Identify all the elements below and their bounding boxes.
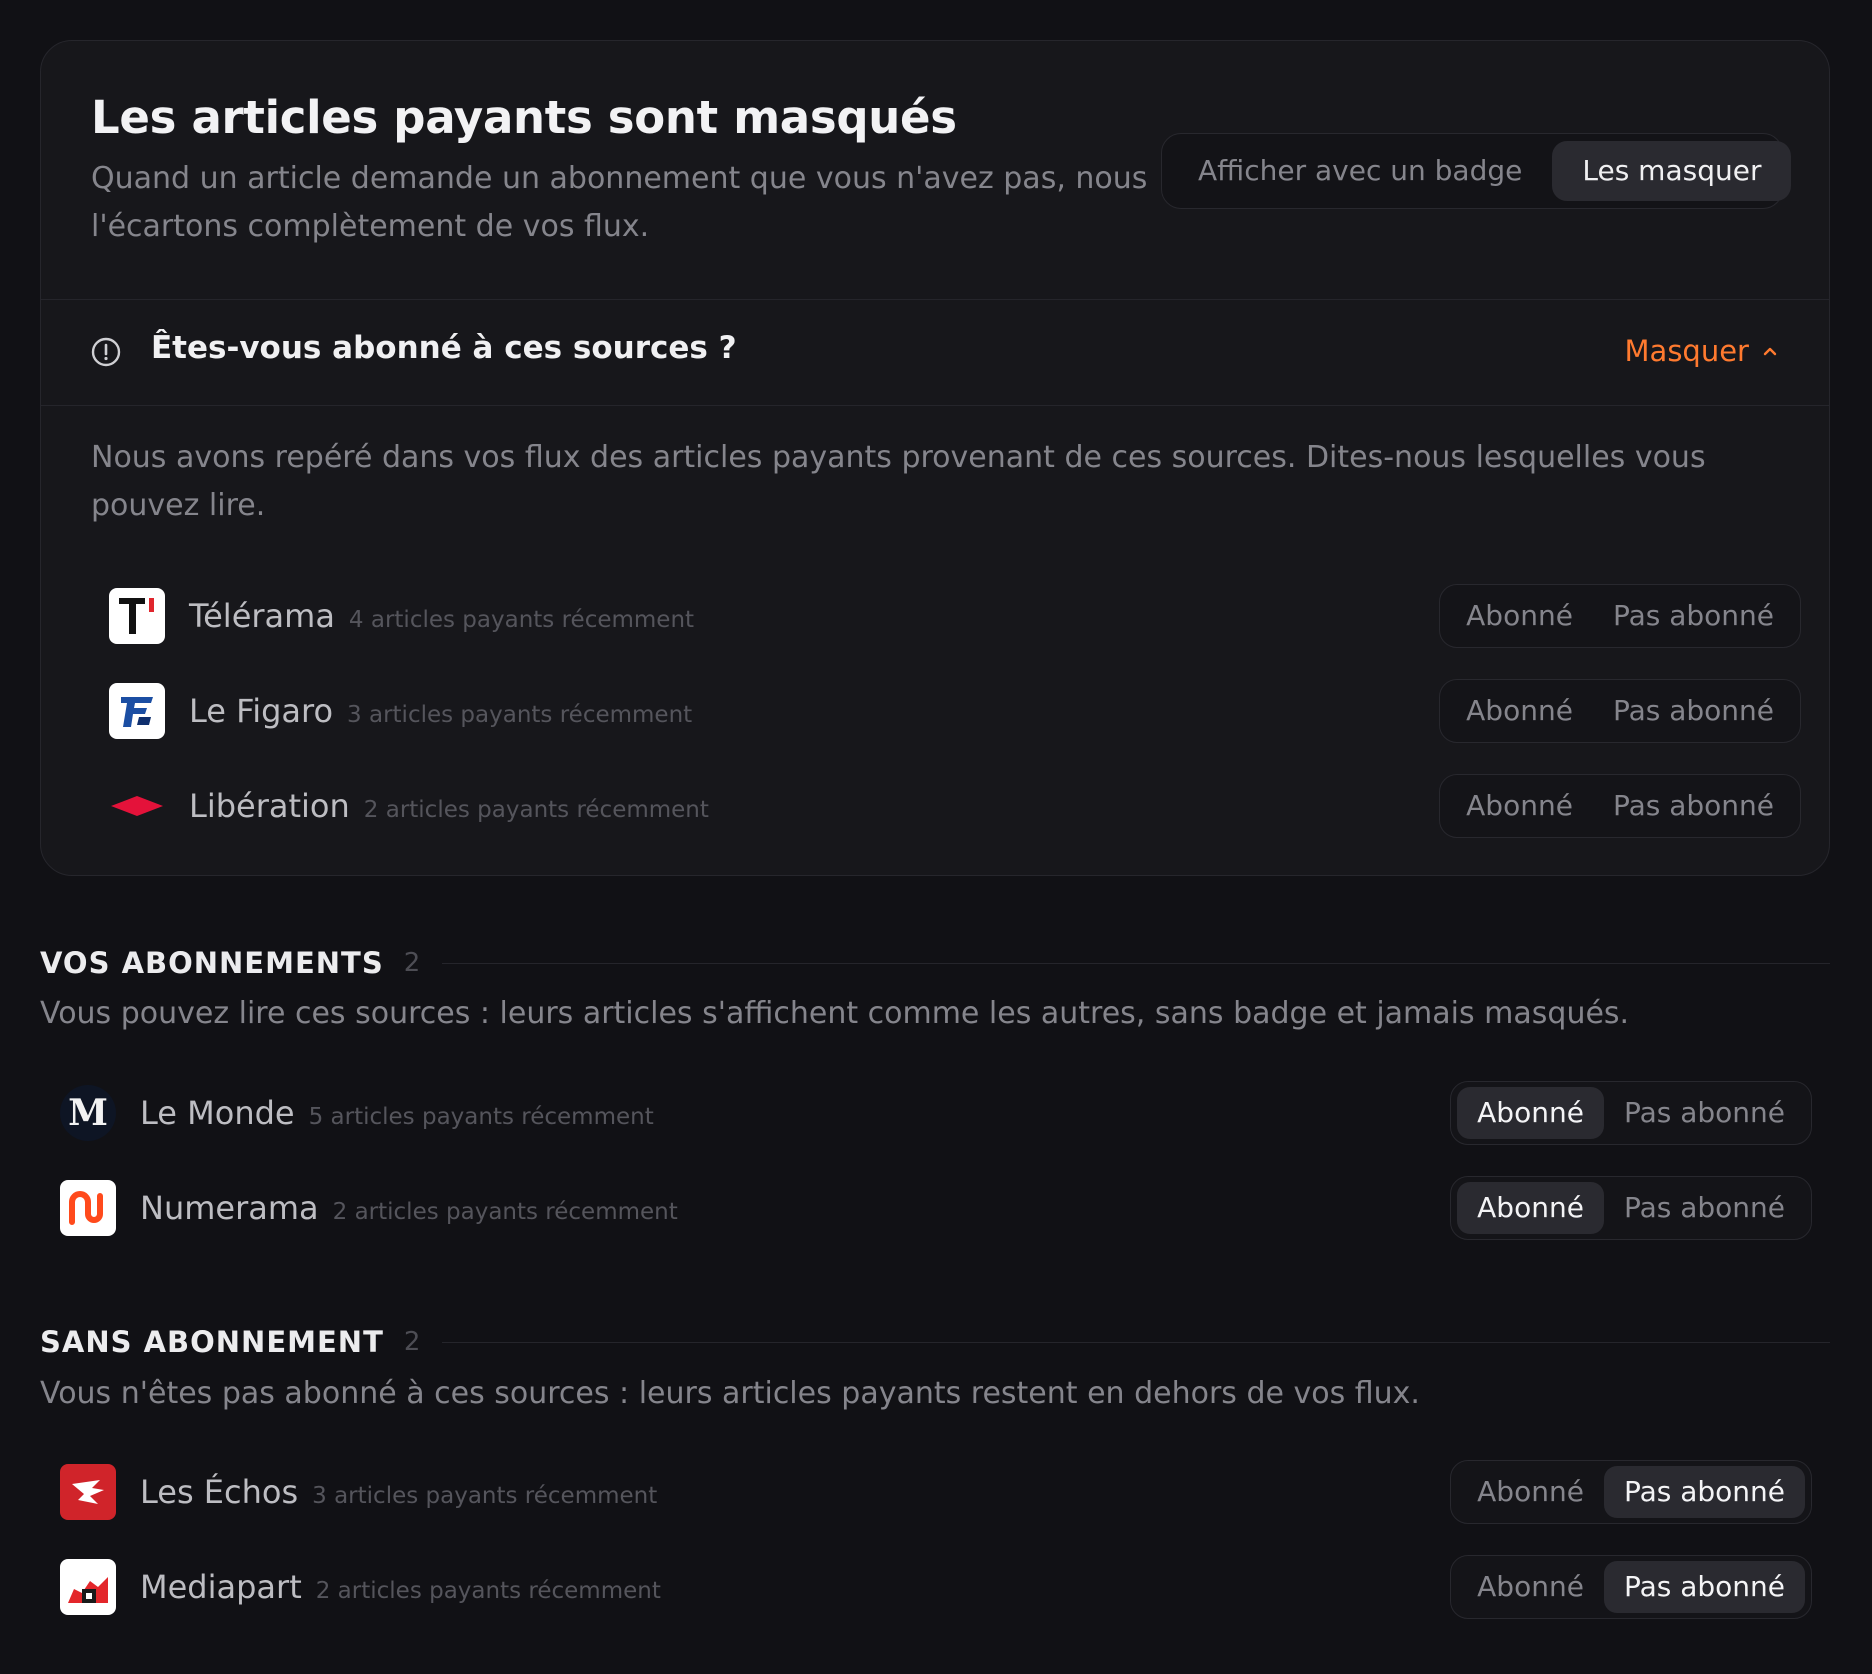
subscribed-section-header: VOS ABONNEMENTS 2 [40, 943, 1830, 983]
page-title: Les articles payants sont masqués [91, 91, 957, 144]
section-title: VOS ABONNEMENTS [40, 946, 384, 980]
subscribed-option[interactable]: Abonné [1457, 1466, 1604, 1518]
section-divider [442, 1341, 1830, 1343]
subscription-toggle: Abonné Pas abonné [1450, 1460, 1812, 1524]
paywall-settings-card: Les articles payants sont masqués Quand … [40, 40, 1830, 876]
collapse-toggle-button[interactable]: Masquer [1625, 334, 1779, 368]
source-row: Libération 2 articles payants récemment A… [109, 774, 1801, 838]
source-name: Mediapart [140, 1568, 302, 1606]
source-row: M Le Monde 5 articles payants récemment A… [60, 1081, 1812, 1145]
source-name: Le Figaro [189, 692, 334, 730]
source-article-count: 2 articles payants récemment [332, 1199, 678, 1225]
subscription-toggle: Abonné Pas abonné [1450, 1176, 1812, 1240]
subscribed-option[interactable]: Abonné [1457, 1561, 1604, 1613]
source-row: Mediapart 2 articles payants récemment Ab… [60, 1555, 1812, 1619]
source-row: Les Échos 3 articles payants récemment Ab… [60, 1460, 1812, 1524]
subscription-toggle: Abonné Pas abonné [1450, 1081, 1812, 1145]
hide-them-button[interactable]: Les masquer [1552, 141, 1792, 201]
source-row: Numerama 2 articles payants récemment Abo… [60, 1176, 1812, 1240]
subscription-question-header: Êtes-vous abonné à ces sources ? Masquer [41, 300, 1829, 406]
subscribed-option[interactable]: Abonné [1446, 590, 1593, 642]
source-row: Télérama 4 articles payants récemment Abo… [109, 584, 1801, 648]
subscription-question-title: Êtes-vous abonné à ces sources ? [151, 330, 737, 366]
card-header: Les articles payants sont masqués Quand … [41, 41, 1829, 300]
source-name: Télérama [189, 597, 335, 635]
not-subscribed-option[interactable]: Pas abonné [1603, 1466, 1805, 1518]
source-article-count: 3 articles payants récemment [347, 702, 693, 728]
subscription-question-intro: Nous avons repéré dans vos flux des arti… [91, 440, 1706, 523]
section-description: Vous pouvez lire ces sources : leurs art… [40, 996, 1630, 1031]
not-subscribed-option[interactable]: Pas abonné [1593, 685, 1794, 737]
subscribed-option[interactable]: Abonné [1457, 1182, 1604, 1234]
show-with-badge-button[interactable]: Afficher avec un badge [1168, 141, 1552, 201]
le-monde-logo: M [60, 1085, 116, 1141]
not-subscribed-option[interactable]: Pas abonné [1604, 1182, 1805, 1234]
source-article-count: 5 articles payants récemment [308, 1104, 654, 1130]
subscribed-option[interactable]: Abonné [1446, 780, 1593, 832]
subscription-toggle: Abonné Pas abonné [1439, 679, 1801, 743]
subscription-toggle: Abonné Pas abonné [1450, 1555, 1812, 1619]
mediapart-logo [60, 1559, 116, 1615]
source-article-count: 4 articles payants récemment [348, 607, 695, 633]
source-name: Libération [189, 787, 350, 825]
source-article-count: 3 articles payants récemment [312, 1483, 658, 1509]
section-count: 2 [403, 948, 421, 978]
source-name: Numerama [140, 1189, 319, 1227]
source-row: Le Figaro 3 articles payants récemment Ab… [109, 679, 1801, 743]
le-figaro-logo [109, 683, 165, 739]
paywall-settings-page: Les articles payants sont masqués Quand … [0, 0, 1872, 1674]
section-title: SANS ABONNEMENT [40, 1325, 384, 1359]
display-mode-segmented-control: Afficher avec un badge Les masquer [1161, 133, 1792, 209]
alert-circle-icon [91, 337, 121, 367]
not-subscribed-option[interactable]: Pas abonné [1593, 780, 1794, 832]
les-echos-logo [60, 1464, 116, 1520]
not-subscribed-option[interactable]: Pas abonné [1603, 1561, 1805, 1613]
unsubscribed-section-header: SANS ABONNEMENT 2 [40, 1322, 1830, 1362]
not-subscribed-option[interactable]: Pas abonné [1593, 590, 1794, 642]
source-article-count: 2 articles payants récemment [315, 1578, 661, 1604]
section-description: Vous n'êtes pas abonné à ces sources : l… [40, 1376, 1420, 1411]
source-name: Les Échos [140, 1473, 299, 1511]
section-divider [442, 962, 1830, 964]
subscription-toggle: Abonné Pas abonné [1439, 774, 1801, 838]
page-description: Quand un article demande un abonnement q… [91, 161, 1148, 244]
numerama-logo [60, 1180, 116, 1236]
chevron-up-icon [1763, 347, 1777, 356]
telerama-logo [109, 588, 165, 644]
subscribed-option[interactable]: Abonné [1457, 1087, 1604, 1139]
subscription-toggle: Abonné Pas abonné [1439, 584, 1801, 648]
source-name: Le Monde [140, 1094, 295, 1132]
section-count: 2 [403, 1327, 421, 1357]
liberation-logo [109, 778, 165, 834]
subscribed-option[interactable]: Abonné [1446, 685, 1593, 737]
collapse-toggle-label: Masquer [1624, 334, 1749, 368]
source-article-count: 2 articles payants récemment [363, 797, 709, 823]
not-subscribed-option[interactable]: Pas abonné [1604, 1087, 1805, 1139]
